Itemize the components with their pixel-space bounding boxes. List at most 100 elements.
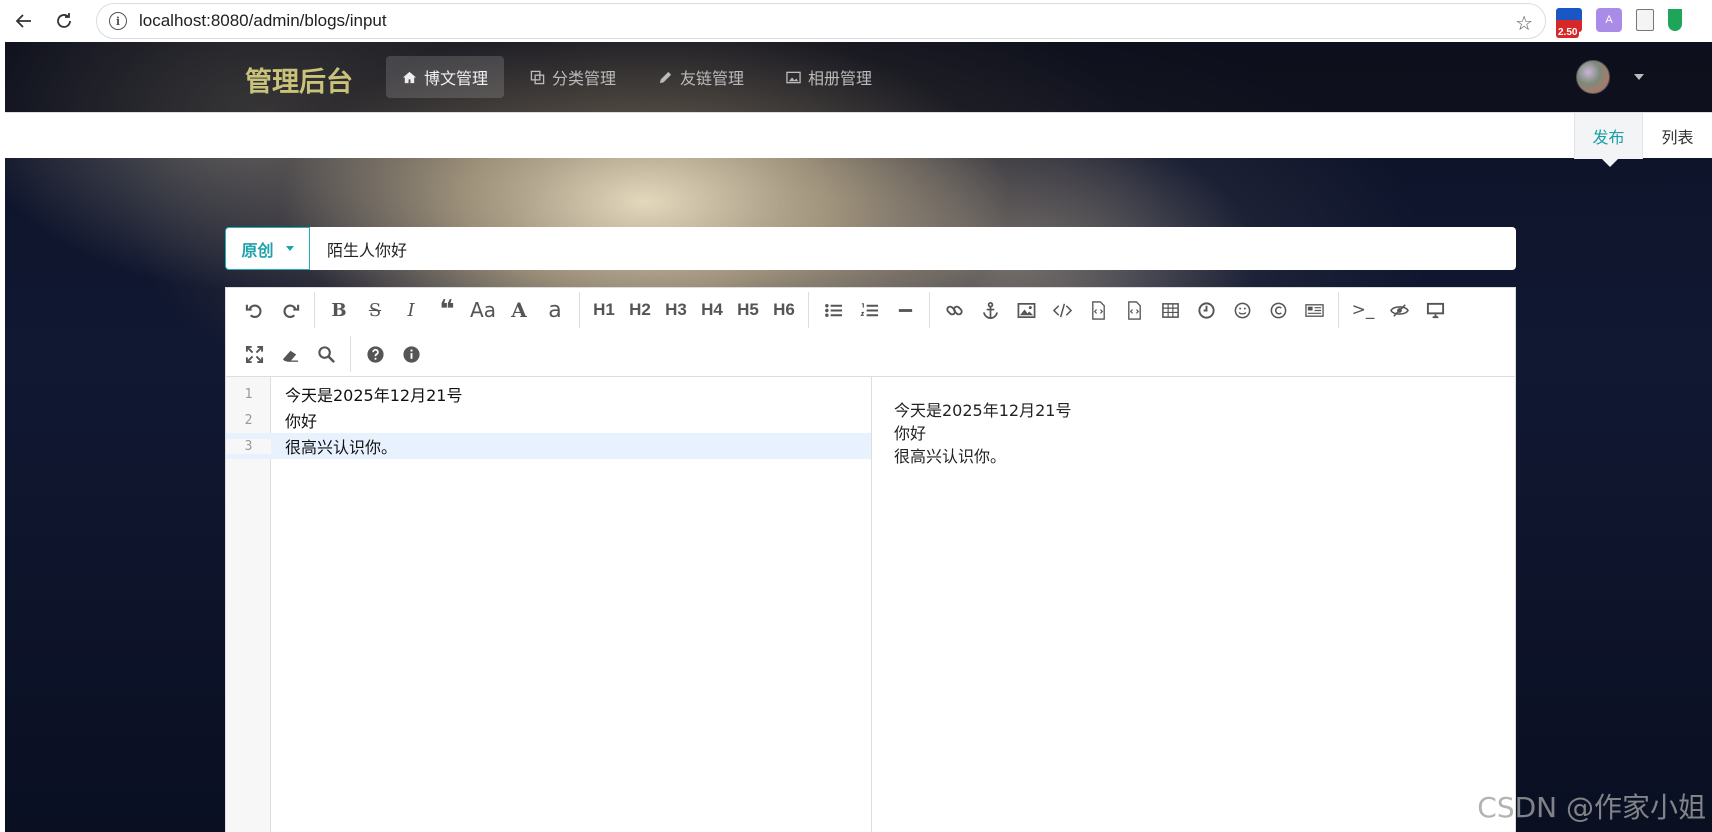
extension-badge: 2.50 <box>1556 27 1580 38</box>
tab-list[interactable]: 列表 <box>1643 113 1712 159</box>
line-number: 3 <box>226 438 271 454</box>
uppercase-button[interactable]: Aa <box>465 293 501 327</box>
preview-paragraph: 你好 <box>894 424 927 443</box>
extension-flag-icon[interactable]: 2.50 <box>1556 8 1582 38</box>
preview-paragraph: 今天是2025年12月21号 <box>894 401 1072 420</box>
menu-label-links: 友链管理 <box>680 71 745 88</box>
back-button[interactable] <box>4 1 44 41</box>
quote-icon[interactable]: ❝ <box>429 293 465 327</box>
datetime-icon[interactable] <box>1188 293 1224 327</box>
avatar[interactable] <box>1576 60 1610 94</box>
menu-item-blogs[interactable]: 博文管理 <box>386 56 505 98</box>
strikethrough-button[interactable]: S <box>357 293 393 327</box>
horizontal-rule-icon[interactable] <box>887 293 923 327</box>
menu-label-albums: 相册管理 <box>808 71 873 88</box>
code-line-active[interactable]: 3 很高兴认识你。 <box>226 433 871 459</box>
h3-button[interactable]: H3 <box>658 293 694 327</box>
h2-button[interactable]: H2 <box>622 293 658 327</box>
unordered-list-icon[interactable] <box>815 293 851 327</box>
fullscreen-icon[interactable] <box>236 337 272 371</box>
menu-label-categories: 分类管理 <box>552 71 617 88</box>
site-info-icon[interactable]: i <box>109 12 127 30</box>
address-bar[interactable]: i localhost:8080/admin/blogs/input ☆ <box>96 3 1546 39</box>
emoji-icon[interactable] <box>1224 293 1260 327</box>
info-icon[interactable] <box>393 337 429 371</box>
toolbar-divider <box>314 292 315 328</box>
title-row: 原创 陌生人你好 <box>225 227 1516 270</box>
pagebreak-icon[interactable] <box>1296 293 1332 327</box>
eraser-icon[interactable] <box>272 337 308 371</box>
code-line[interactable]: 1 今天是2025年12月21号 <box>226 381 871 407</box>
back-arrow-icon <box>15 14 31 28</box>
line-text: 很高兴认识你。 <box>285 438 398 457</box>
title-input[interactable]: 陌生人你好 <box>310 227 1516 270</box>
pencil-icon <box>659 71 672 83</box>
document-extension-icon[interactable] <box>1636 9 1654 31</box>
markdown-source-pane[interactable]: 1 今天是2025年12月21号 2 你好 3 很高兴认识你。 <box>226 377 872 832</box>
reload-icon <box>57 13 71 28</box>
line-number: 1 <box>244 386 253 402</box>
sub-navbar: 发布 列表 <box>5 112 1712 167</box>
toolbar-divider <box>1338 292 1339 328</box>
url-text: localhost:8080/admin/blogs/input <box>139 11 387 30</box>
lowercase-button[interactable]: a <box>537 293 573 327</box>
preview-paragraph: 很高兴认识你。 <box>894 447 1007 466</box>
reload-button[interactable] <box>44 1 84 41</box>
h1-button[interactable]: H1 <box>586 293 622 327</box>
first-letter-uppercase-button[interactable]: A <box>501 293 537 327</box>
html-entities-icon[interactable] <box>1260 293 1296 327</box>
copy-icon <box>530 70 545 84</box>
goto-line-icon[interactable]: >_ <box>1345 293 1381 327</box>
admin-page: 管理后台 博文管理 分类管理 友链管理 相册管理 发布 列表 原创 陌生人你好 … <box>5 42 1712 832</box>
ordered-list-icon[interactable] <box>851 293 887 327</box>
bold-button[interactable]: B <box>321 293 357 327</box>
redo-icon[interactable] <box>272 293 308 327</box>
browser-toolbar: i localhost:8080/admin/blogs/input ☆ 2.5… <box>0 0 1712 42</box>
line-text: 你好 <box>285 412 318 431</box>
image-insert-icon[interactable] <box>1008 293 1044 327</box>
menu-item-categories[interactable]: 分类管理 <box>514 56 632 98</box>
menu-item-links[interactable]: 友链管理 <box>642 56 760 98</box>
help-icon[interactable] <box>357 337 393 371</box>
toolbar-divider <box>808 292 809 328</box>
h6-button[interactable]: H6 <box>766 293 802 327</box>
blog-type-value: 原创 <box>241 242 274 260</box>
inline-code-icon[interactable] <box>1044 293 1080 327</box>
translate-extension-icon[interactable]: A <box>1596 8 1622 32</box>
watch-toggle-icon[interactable] <box>1381 293 1417 327</box>
line-text: 今天是2025年12月21号 <box>285 386 463 405</box>
home-icon <box>402 71 417 83</box>
tab-publish[interactable]: 发布 <box>1574 113 1643 167</box>
image-icon <box>786 71 801 83</box>
anchor-icon[interactable] <box>972 293 1008 327</box>
caret-down-icon <box>285 246 294 251</box>
watermark: CSDN @作家小姐 <box>1477 791 1706 824</box>
bookmark-star-icon[interactable]: ☆ <box>1515 11 1533 36</box>
line-number: 2 <box>244 412 253 428</box>
table-icon[interactable] <box>1152 293 1188 327</box>
chevron-down-icon[interactable] <box>1634 74 1644 80</box>
code-line[interactable]: 2 你好 <box>226 407 871 433</box>
toolbar-divider <box>350 336 351 372</box>
menu-item-albums[interactable]: 相册管理 <box>770 56 888 98</box>
brand-title[interactable]: 管理后台 <box>245 60 353 99</box>
menu-label-blogs: 博文管理 <box>424 71 489 88</box>
search-icon[interactable] <box>308 337 344 371</box>
italic-button[interactable]: I <box>393 293 429 327</box>
preview-icon[interactable] <box>1417 293 1453 327</box>
top-navbar: 管理后台 博文管理 分类管理 友链管理 相册管理 <box>5 42 1712 112</box>
user-menu[interactable] <box>1576 60 1644 94</box>
h5-button[interactable]: H5 <box>730 293 766 327</box>
link-icon[interactable] <box>936 293 972 327</box>
undo-icon[interactable] <box>236 293 272 327</box>
markdown-editor: B S I ❝ Aa A a H1 H2 H3 H4 H5 H6 >_ 1 今天… <box>225 287 1516 832</box>
preformatted-text-icon[interactable] <box>1116 293 1152 327</box>
markdown-preview-pane: 今天是2025年12月21号 你好 很高兴认识你。 <box>872 377 1515 832</box>
h4-button[interactable]: H4 <box>694 293 730 327</box>
toolbar-divider <box>579 292 580 328</box>
blog-type-dropdown[interactable]: 原创 <box>225 227 310 270</box>
toolbar-divider <box>929 292 930 328</box>
main-menu: 博文管理 分类管理 友链管理 相册管理 <box>386 56 888 98</box>
code-block-icon[interactable] <box>1080 293 1116 327</box>
shield-extension-icon[interactable] <box>1668 9 1682 31</box>
